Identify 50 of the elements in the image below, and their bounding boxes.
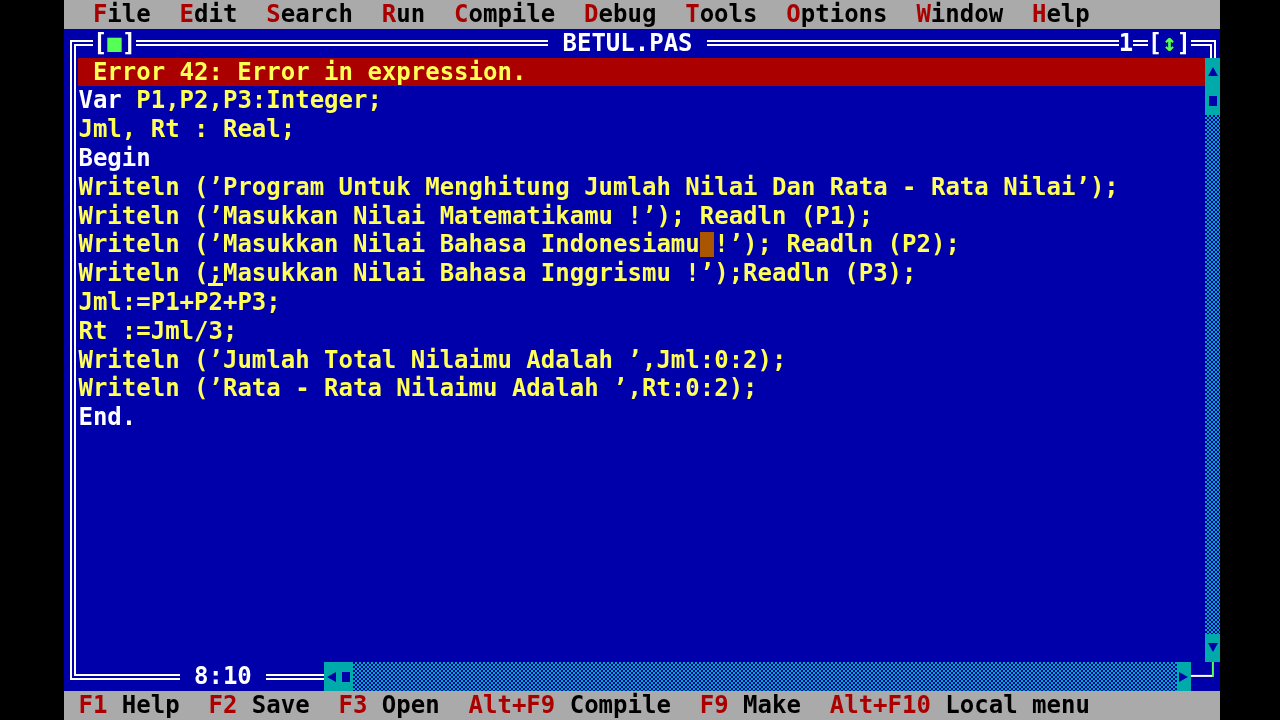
up-arrow-icon [1207,67,1218,77]
block-cursor-icon [699,232,715,258]
code-text: Writeln (’Rata - Rata Nilaimu Adalah ’,Rt:0:2); [78,374,758,404]
text-cursor: ; [208,261,223,287]
code-text: !’); Readln (P2); [714,230,960,260]
window-number: 1 [1118,28,1134,58]
square-icon [1208,95,1217,106]
menu-item[interactable]: Debug [569,0,671,29]
scroll-down-button[interactable] [1205,633,1220,663]
menu-item[interactable]: Run [367,0,440,29]
code-text: Jml, Rt : Real; [78,115,296,144]
keyword: Var [78,86,122,116]
menu-item[interactable]: Window [901,0,1018,29]
code-text: P1,P2,P3:Integer; [135,86,382,116]
code-text: Writeln (’Masukkan Nilai Bahasa Indonesiamu [78,230,700,260]
cursor-position: 8:10 [193,662,253,692]
keyword: End. [78,403,137,432]
left-arrow-icon [326,671,336,682]
menu-item[interactable]: Options [771,0,902,29]
code-text: Writeln (’Masukkan Nilai Matematikamu !’); Readln (P1); [78,201,874,231]
scroll-left-button[interactable] [324,662,339,692]
code-text: Rt :=Jml/3; [78,316,238,346]
menu-item[interactable]: Compile [439,0,570,29]
shortcut-button[interactable]: F2 Save [194,691,325,720]
scroll-thumb[interactable] [1205,86,1220,116]
menu-item[interactable]: Help [1017,0,1105,29]
shortcut-button[interactable]: F9 Make [685,691,816,720]
code-text: Writeln ( [78,259,209,288]
shortcut-button[interactable]: Alt+F9 Compile [454,691,686,720]
window-title: BETUL.PAS [561,28,694,58]
menu-item[interactable]: Edit [165,0,252,29]
down-arrow-icon [1207,643,1218,653]
menu-item[interactable]: Search [251,0,368,29]
shortcut-button[interactable]: Alt+F10 Local menu [815,691,1105,720]
error-message: Error 42: Error in expression. [78,57,1206,87]
shortcut-button[interactable]: F1 Help [64,691,195,720]
zoom-button[interactable]: [↕] [1147,28,1192,58]
code-text: Masukkan Nilai Bahasa Inggrismu !’);Readln (P3); [222,259,917,288]
square-icon [341,671,350,682]
shortcut-button[interactable]: F3 Open [324,691,455,720]
scroll-thumb[interactable] [338,662,353,692]
menu-item[interactable]: Tools [670,0,772,29]
code-text: Writeln (’Program Untuk Menghitung Jumlah Nilai Dan Rata - Rata Nilai’); [78,172,1119,202]
code-text: Jml:=P1+P2+P3; [78,287,281,317]
scroll-up-button[interactable] [1205,57,1220,87]
right-arrow-icon [1179,671,1189,682]
keyword: Begin [78,144,151,173]
close-button[interactable]: [■] [92,28,137,58]
code-text: Writeln (’Jumlah Total Nilaimu Adalah ’,Jml:0:2); [78,345,787,375]
menu-item[interactable]: File [78,0,166,29]
